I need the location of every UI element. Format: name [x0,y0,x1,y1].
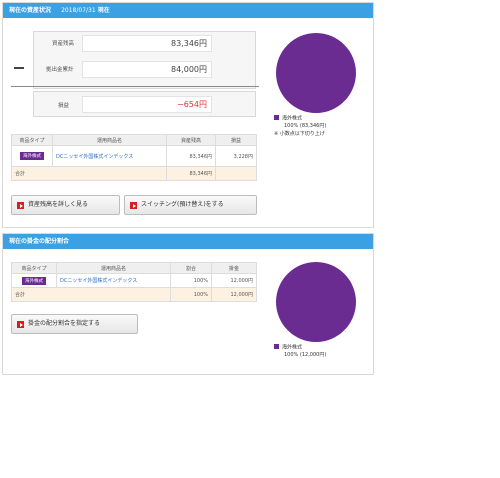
allocation-table: 商品タイプ 運用商品名 割合 掛金 海外株式 DCニッセイ外国株式インデックス … [11,262,257,302]
view-balance-detail-button[interactable]: 資産残高を詳しく見る [11,195,120,215]
set-allocation-label: 掛金の配分割合を指定する [28,320,101,327]
switching-label: スイッチング(預け替え)をする [141,201,224,208]
pie-slice-foreign-stock [276,33,356,113]
legend-name: 海外株式 [282,115,303,122]
table-row: 海外株式 DCニッセイ外国株式インデックス 83,346円 3,228円 [11,145,257,167]
arrow-right-icon [17,202,24,209]
col-profit-loss: 損益 [215,134,257,146]
status-date: 2018/07/31 [61,7,96,14]
profit-loss-value: −654円 [82,96,212,113]
switching-button[interactable]: スイッチング(預け替え)をする [124,195,257,215]
balance-summary-box: 資産残高 83,346円 拠出金累計 84,000円 [33,31,256,89]
pie-slice-foreign-stock [276,262,356,342]
holdings-header-row: 商品タイプ 運用商品名 資産残高 損益 [11,134,257,146]
asset-status-header: 現在の資産状況 2018/07/31 現在 [3,3,373,18]
profit-loss-box: 損益 −654円 [33,91,256,117]
view-balance-detail-label: 資産残高を詳しく見る [28,201,89,208]
row-balance: 83,346円 [166,145,216,167]
sum-divider [11,86,259,87]
legend-name: 海外株式 [282,344,303,351]
allocation-title: 現在の掛金の配分割合 [9,238,70,245]
balance-value: 83,346円 [82,35,212,52]
status-as-of: 現在 [97,7,110,14]
allocation-header-row: 商品タイプ 運用商品名 割合 掛金 [11,262,257,274]
legend-detail: 100% (83,346円) [284,122,327,129]
allocation-panel: 現在の掛金の配分割合 商品タイプ 運用商品名 割合 掛金 海外株式 DCニッセイ… [2,233,374,375]
col-amount: 掛金 [211,262,257,274]
col-type: 商品タイプ [11,134,53,146]
asset-type-badge: 海外株式 [20,152,44,160]
minus-sign [14,67,24,69]
table-row: 海外株式 DCニッセイ外国株式インデックス 100% 12,000円 [11,273,257,288]
fund-name-link[interactable]: DCニッセイ外国株式インデックス [60,278,137,284]
allocation-pie-legend: 海外株式 100% (12,000円) [274,344,326,359]
total-balance: 83,346円 [166,166,216,181]
col-balance: 資産残高 [166,134,216,146]
asset-status-title: 現在の資産状況 [9,7,52,14]
asset-type-badge: 海外株式 [22,276,46,285]
total-ratio: 100% [170,287,212,302]
allocation-pie-chart [276,262,356,342]
profit-loss-label: 損益 [58,103,70,109]
legend-swatch [274,115,279,120]
total-row: 合計 83,346円 [11,166,257,181]
total-label: 合計 [11,287,171,302]
contribution-label: 拠出金累計 [46,67,74,73]
allocation-header: 現在の掛金の配分割合 [3,234,373,249]
arrow-right-icon [17,321,24,328]
rounding-note: ※ 小数点以下切り上げ [274,130,325,137]
set-allocation-button[interactable]: 掛金の配分割合を指定する [11,314,138,334]
holdings-table: 商品タイプ 運用商品名 資産残高 損益 海外株式 DCニッセイ外国株式インデック… [11,134,257,181]
asset-status-panel: 現在の資産状況 2018/07/31 現在 資産残高 83,346円 拠出金累計… [2,2,374,228]
col-type: 商品タイプ [11,262,57,274]
row-profit-loss: 3,228円 [215,145,257,167]
total-label: 合計 [11,166,167,181]
col-fund-name: 運用商品名 [56,262,171,274]
asset-pie-legend: 海外株式 100% (83,346円) ※ 小数点以下切り上げ [274,115,326,138]
col-ratio: 割合 [170,262,212,274]
contribution-value: 84,000円 [82,61,212,78]
legend-detail: 100% (12,000円) [284,351,327,358]
row-ratio: 100% [170,273,212,288]
total-amount: 12,000円 [211,287,257,302]
fund-name-link[interactable]: DCニッセイ外国株式インデックス [56,154,133,160]
arrow-right-icon [130,202,137,209]
asset-pie-chart [276,33,356,113]
legend-swatch [274,344,279,349]
total-row: 合計 100% 12,000円 [11,287,257,302]
row-amount: 12,000円 [211,273,257,288]
col-fund-name: 運用商品名 [52,134,167,146]
balance-label: 資産残高 [52,41,75,47]
